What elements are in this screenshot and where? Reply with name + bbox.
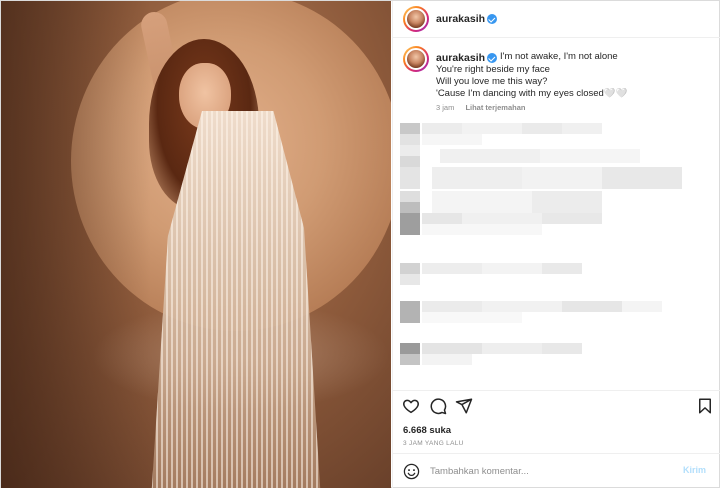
caption-line-2: You're right beside my face (436, 64, 550, 75)
comment-list (393, 119, 720, 391)
paper-plane-icon[interactable] (455, 397, 473, 415)
like-count[interactable]: 6.668 suka (403, 425, 451, 436)
post-comment-button[interactable]: Kirim (683, 465, 706, 475)
caption-timestamp: 3 jam (436, 103, 455, 112)
comment-input[interactable] (430, 463, 670, 480)
caption-avatar[interactable] (403, 46, 429, 72)
caption-username[interactable]: aurakasih (436, 52, 485, 64)
post-timestamp[interactable]: 3 JAM YANG LALU (403, 440, 464, 447)
post-modal: aurakasih aurakasih I'm not awake, I'm n… (0, 0, 720, 488)
comment-icon[interactable] (429, 397, 447, 415)
verified-badge-icon (487, 53, 497, 63)
post-caption: aurakasih I'm not awake, I'm not alone Y… (393, 39, 720, 119)
post-side-panel: aurakasih aurakasih I'm not awake, I'm n… (392, 1, 720, 488)
smiley-icon[interactable] (403, 463, 420, 480)
caption-line-1: I'm not awake, I'm not alone (500, 51, 618, 62)
photo-shadow (1, 1, 151, 488)
post-actions (393, 391, 720, 421)
post-header: aurakasih (393, 1, 720, 38)
caption-line-3: Will you love me this way? (436, 76, 548, 87)
post-photo[interactable] (1, 1, 391, 488)
caption-line-4: 'Cause I'm dancing with my eyes closed🤍🤍 (436, 88, 628, 99)
bookmark-icon[interactable] (696, 397, 714, 415)
header-username[interactable]: aurakasih (436, 13, 485, 25)
caption-meta: 3 jam Lihat terjemahan (436, 103, 525, 112)
see-translation-link[interactable]: Lihat terjemahan (465, 103, 525, 112)
comment-composer: Kirim (393, 453, 720, 488)
heart-icon[interactable] (402, 397, 420, 415)
verified-badge-icon (487, 14, 497, 24)
avatar[interactable] (403, 6, 429, 32)
